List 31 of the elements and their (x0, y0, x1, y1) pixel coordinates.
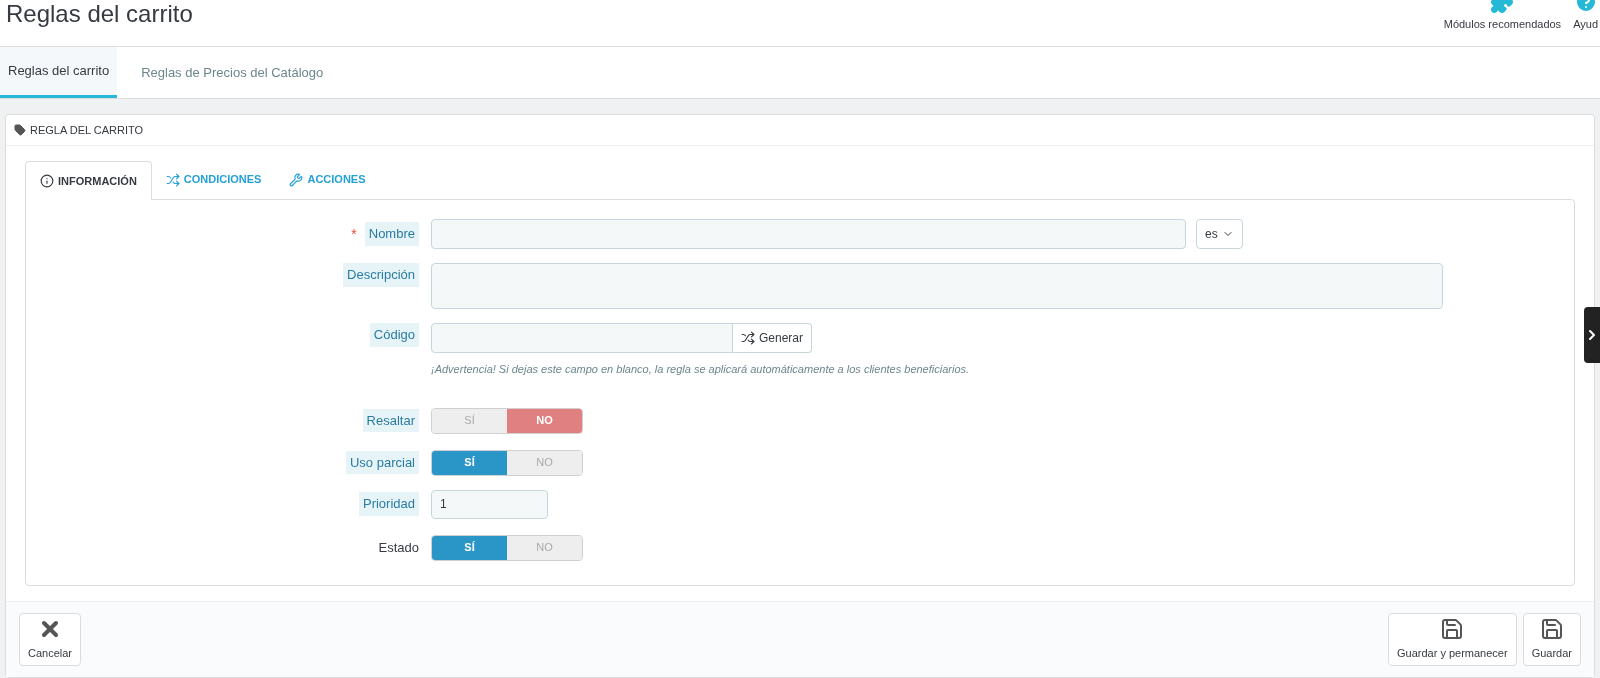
toolbar-link[interactable]: Ayud (1573, 2, 1598, 33)
priority-input[interactable]: 1 (431, 489, 548, 519)
footer-button[interactable]: Guardar y permanecer (1387, 613, 1517, 666)
generate-button[interactable]: Generar (733, 323, 813, 353)
code-input[interactable] (431, 323, 733, 353)
field-label: Prioridad (358, 492, 419, 516)
field-label: Nombre (364, 222, 419, 246)
field-label: Uso parcial (345, 450, 419, 475)
field-label: Resaltar (362, 408, 419, 433)
shuffle-icon (741, 331, 755, 345)
footer-button[interactable]: Guardar (1522, 613, 1581, 666)
required-asterisk: * (351, 225, 357, 244)
page-tab[interactable]: Reglas del carrito (0, 47, 118, 98)
toolbar-link[interactable]: Módulos recomendados (1443, 2, 1562, 33)
name-input[interactable] (431, 219, 1186, 249)
language-dropdown[interactable]: es (1196, 219, 1243, 249)
form-tab[interactable]: INFORMACIÓN (25, 161, 152, 200)
tag-icon (14, 124, 26, 136)
side-panel-toggle[interactable] (1584, 307, 1600, 363)
info-icon (40, 174, 54, 188)
warning-text: ¡Advertencia! Si dejas este campo en blanco, la regla se aplicará automáticamente a los clientes beneficiarios. (431, 362, 970, 377)
description-textarea[interactable] (431, 263, 1443, 309)
page-tab[interactable]: Reglas de Precios del Catálogo (133, 47, 332, 98)
panel-title: REGLA DEL CARRITO (30, 122, 144, 138)
field-label: Código (369, 323, 419, 347)
field-label: Estado (378, 538, 419, 557)
wrench-icon (289, 172, 304, 187)
field-label: Descripción (343, 263, 419, 287)
footer-button[interactable]: Cancelar (19, 613, 82, 666)
page-title: Reglas del carrito (5, 0, 193, 29)
shuffle-icon (165, 172, 180, 187)
